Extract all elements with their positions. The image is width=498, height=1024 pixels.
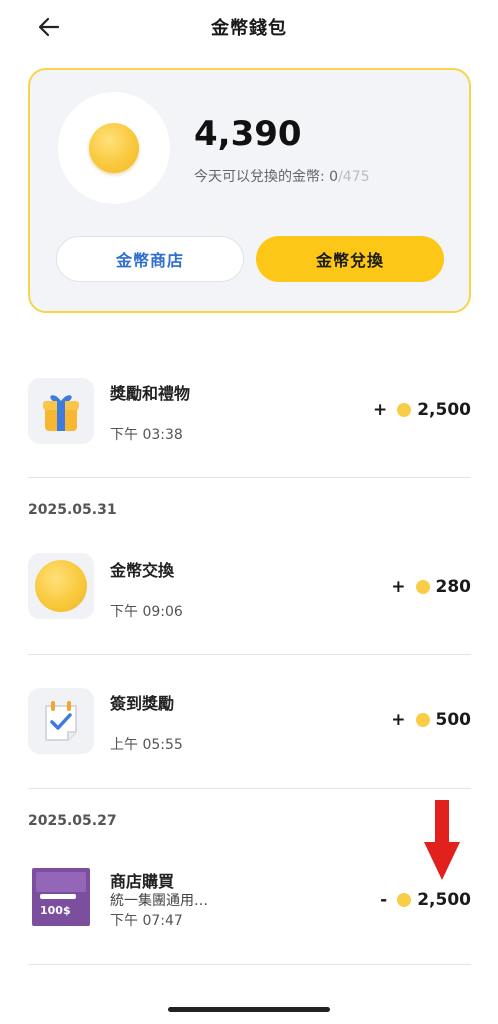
transaction-row[interactable]: 獎勵和禮物 下午 03:38 + 2,500 [28, 376, 471, 446]
exchange-limit: /475 [338, 169, 370, 185]
transaction-time: 下午 07:47 [110, 913, 183, 929]
amount-sign: + [391, 577, 406, 597]
divider [28, 477, 471, 478]
transaction-time: 上午 05:55 [110, 737, 183, 753]
coin-badge [58, 92, 170, 204]
transaction-title: 金幣交換 [110, 561, 175, 580]
transaction-amount: - 2,500 [380, 890, 471, 910]
transaction-title: 獎勵和禮物 [110, 384, 191, 403]
transaction-time: 下午 09:06 [110, 604, 183, 620]
coin-shop-button[interactable]: 金幣商店 [56, 236, 244, 282]
amount-value: 2,500 [417, 890, 471, 910]
transaction-title: 商店購買 [110, 872, 175, 891]
divider [28, 654, 471, 655]
transaction-subtitle: 統一集團通用… [110, 893, 208, 909]
wallet-card: 4,390 今天可以兌換的金幣: 0/475 金幣商店 金幣兌換 [28, 68, 471, 313]
home-indicator [168, 1007, 330, 1012]
gift-box-icon [28, 378, 94, 444]
transaction-amount: + 500 [391, 710, 471, 730]
coin-icon [397, 893, 412, 907]
coin-icon [415, 713, 430, 727]
amount-sign: + [391, 710, 406, 730]
calendar-check-icon [28, 688, 94, 754]
voucher-icon: 100$ [32, 868, 90, 926]
amount-value: 280 [435, 577, 472, 597]
coin-icon [89, 123, 139, 173]
transaction-time: 下午 03:38 [110, 427, 183, 443]
date-label: 2025.05.27 [28, 813, 117, 829]
amount-sign: - [380, 890, 388, 910]
amount-value: 500 [435, 710, 472, 730]
transaction-amount: + 2,500 [373, 400, 471, 420]
exchange-used: 0 [329, 169, 339, 185]
voucher-value: 100$ [40, 904, 71, 917]
coin-icon [28, 553, 94, 619]
divider [28, 964, 471, 965]
amount-value: 2,500 [417, 400, 471, 420]
amount-sign: + [372, 400, 388, 420]
coin-icon [415, 580, 430, 594]
page-title: 金幣錢包 [211, 18, 287, 39]
red-down-arrow-icon [424, 800, 460, 880]
coin-exchange-button[interactable]: 金幣兌換 [256, 236, 444, 282]
transaction-row[interactable]: 簽到獎勵 上午 05:55 + 500 [28, 688, 471, 758]
coin-balance: 4,390 [194, 114, 302, 154]
daily-exchange-limit: 今天可以兌換的金幣: 0/475 [194, 166, 370, 186]
date-label: 2025.05.31 [28, 502, 117, 518]
transaction-title: 簽到獎勵 [110, 694, 175, 713]
transaction-row[interactable]: 100$ 商店購買 統一集團通用… 下午 07:47 - 2,500 [28, 866, 471, 936]
top-bar: 金幣錢包 [0, 0, 498, 56]
coin-icon [397, 403, 412, 417]
divider [28, 788, 471, 789]
transaction-amount: + 280 [391, 577, 471, 597]
transaction-row[interactable]: 金幣交換 下午 09:06 + 280 [28, 553, 471, 623]
exchange-label: 今天可以兌換的金幣: [194, 169, 330, 185]
